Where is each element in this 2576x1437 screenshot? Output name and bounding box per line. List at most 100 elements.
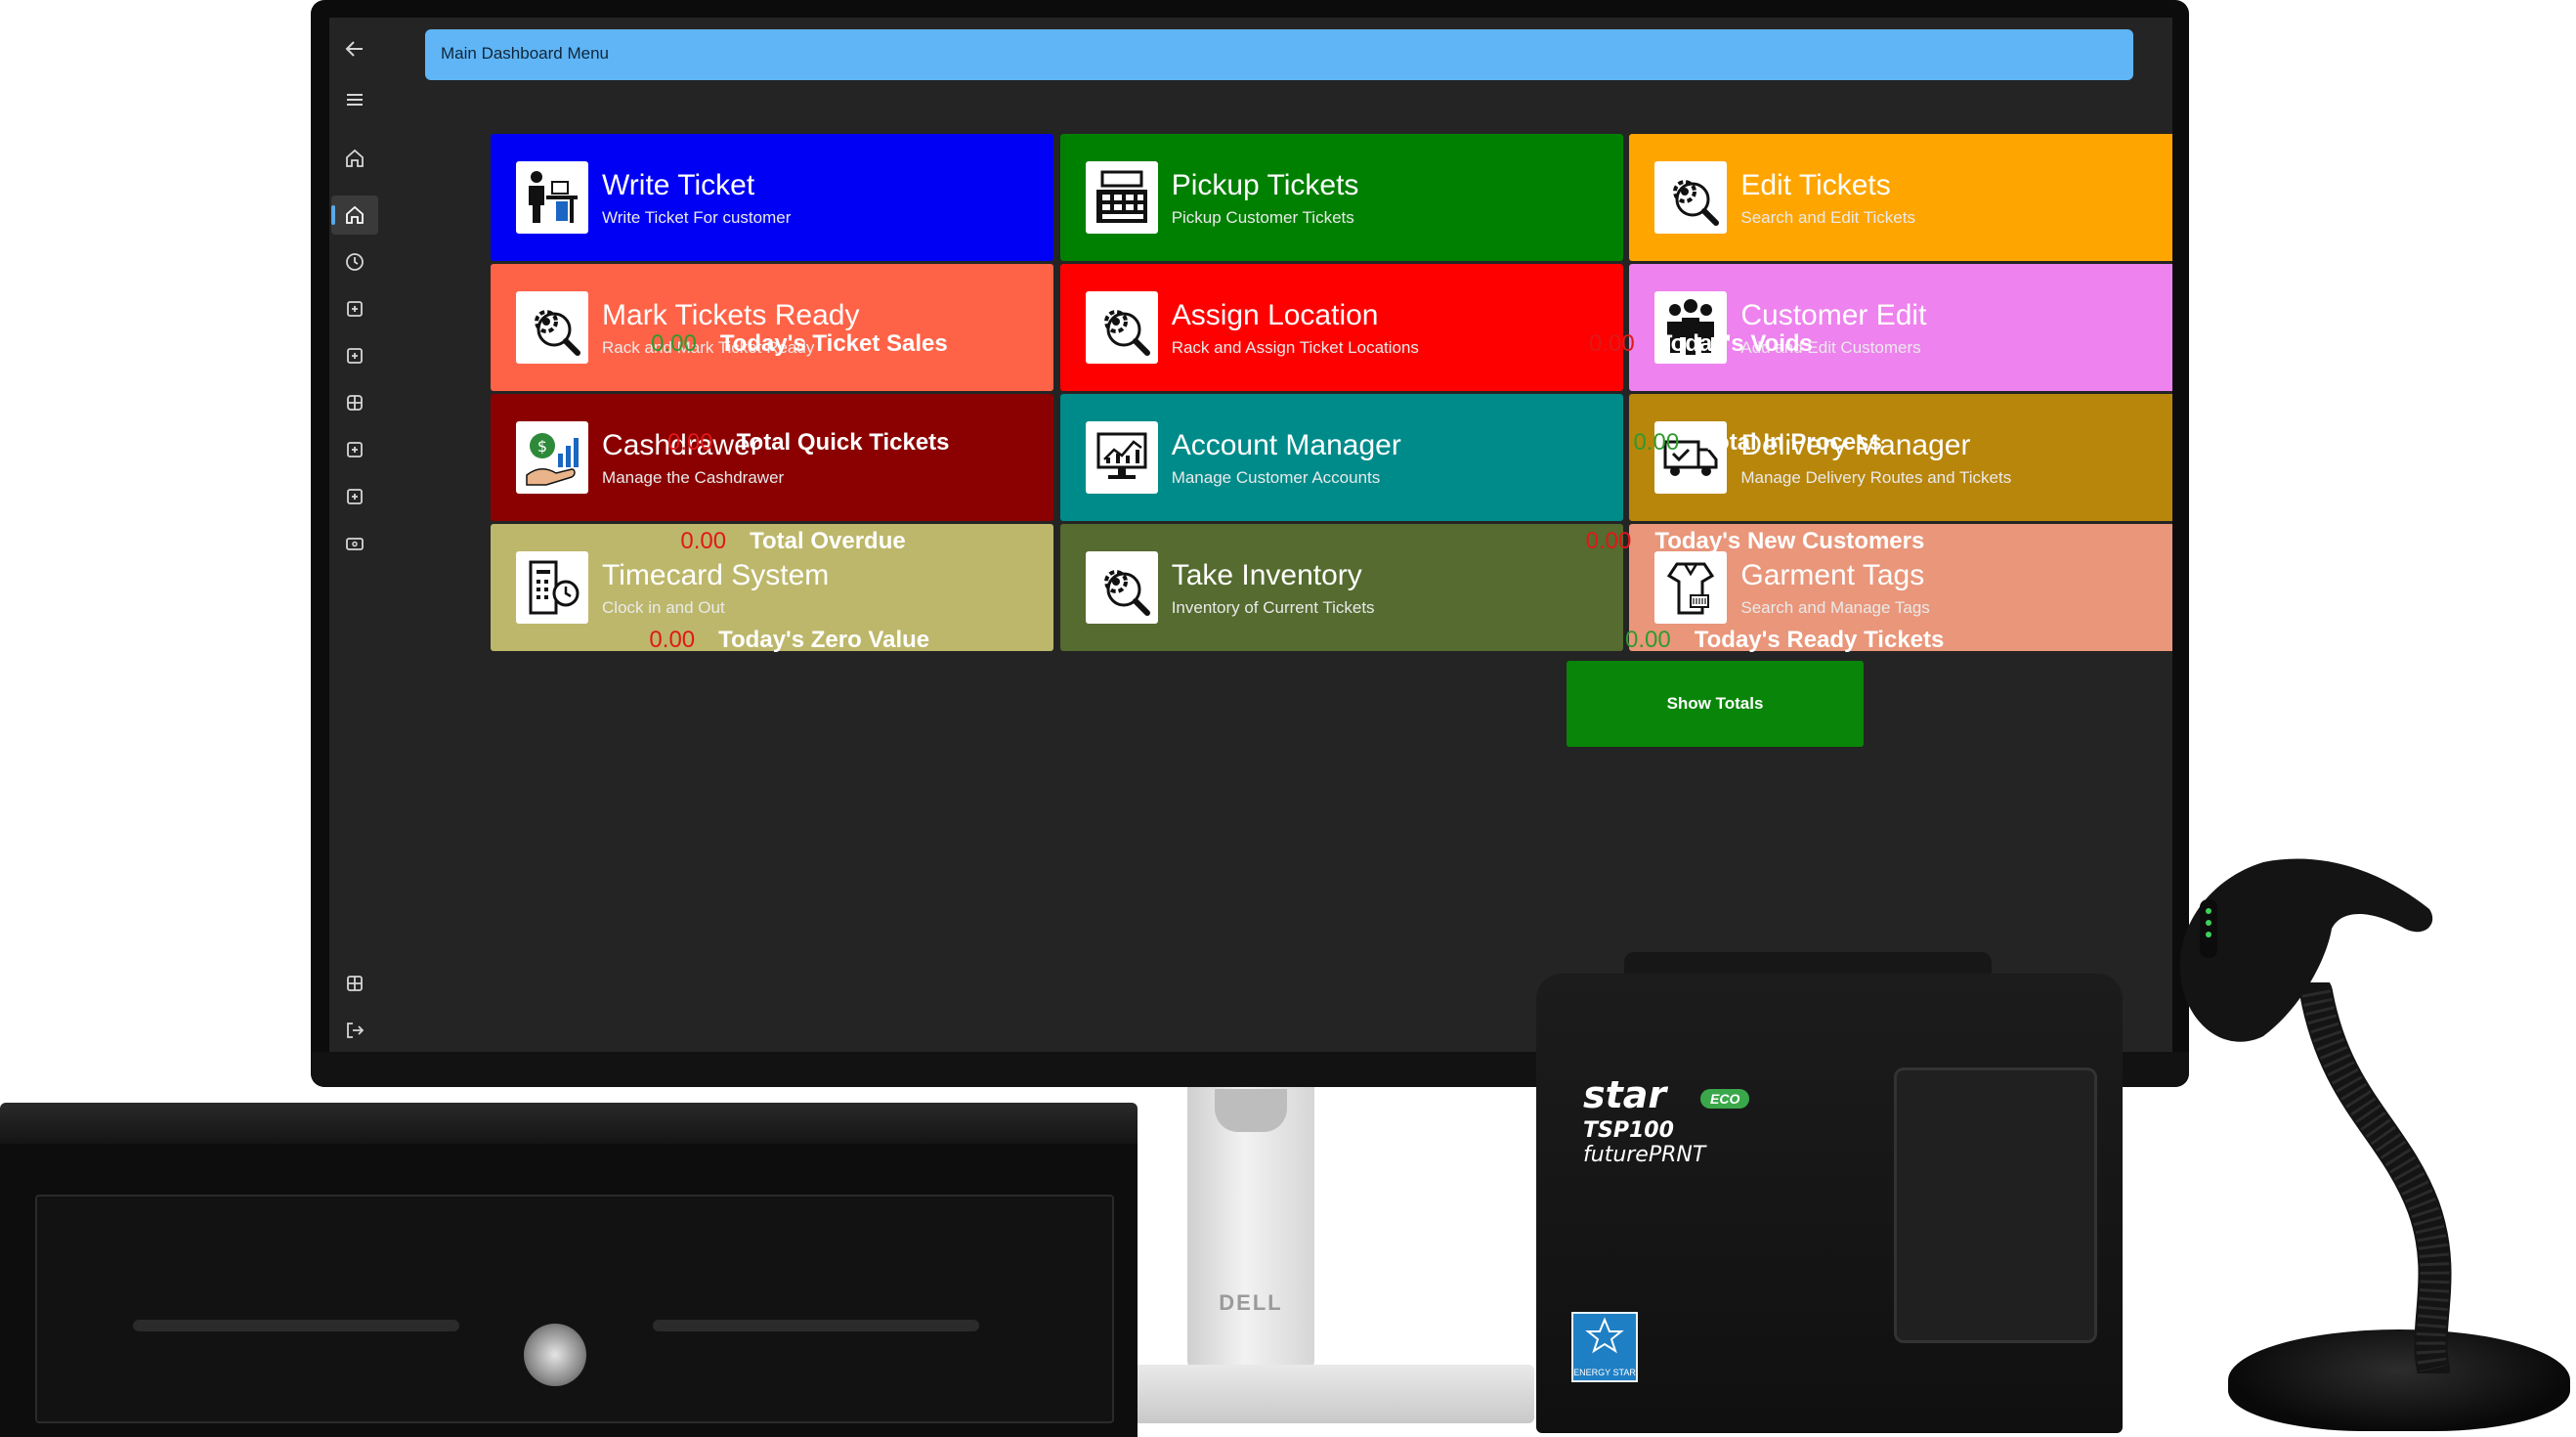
cash-register-icon [1085,161,1158,235]
star-icon [1585,1317,1624,1354]
energy-star-label: ENERGY STAR [1573,1368,1636,1377]
stat-value: 0.00 [1585,528,1632,555]
menu-tile-assign-location[interactable]: Assign Location Rack and Assign Ticket Lo… [1059,264,1623,392]
garment-tag-icon [1654,551,1728,625]
printer-paper-window [1894,1067,2097,1343]
tile-title: Timecard System [602,559,830,592]
stat-label: Today's Ready Tickets [1694,627,1945,654]
grid-icon[interactable] [343,391,366,414]
sign-out-icon[interactable] [343,1019,366,1042]
stat-value: 0.00 [1625,627,1671,654]
chart-monitor-icon [1085,421,1158,495]
menu-icon[interactable] [343,88,366,111]
tile-title: Assign Location [1171,299,1379,332]
tile-subtitle: Write Ticket For customer [602,208,792,228]
gear-search-icon [1085,551,1158,625]
stat-today-s-ticket-sales: 0.00 Today's Ticket Sales [651,330,948,358]
stat-label: Total In Process [1702,429,1882,457]
tile-subtitle: Manage Delivery Routes and Tickets [1740,468,2012,488]
monitor-base [1124,1365,1534,1423]
stat-label: Today's Zero Value [718,627,930,654]
stat-value: 0.00 [649,627,696,654]
home-icon[interactable] [343,203,366,227]
stat-value: 0.00 [680,528,727,555]
stat-total-quick-tickets: 0.00 Total Quick Tickets [667,429,950,457]
svg-text:$: $ [537,437,547,456]
show-totals-button[interactable]: Show Totals [1567,661,1864,747]
printer-eco-badge: ECO [1700,1089,1750,1109]
cash-drawer-slot [133,1320,459,1331]
tile-title: Write Ticket [602,169,755,202]
money-hand-icon: $ [516,421,589,495]
tile-subtitle: Pickup Customer Tickets [1171,208,1354,228]
energy-star-logo: ENERGY STAR [1571,1312,1638,1382]
app-window: Main Dashboard Menu Write Ticket Write Ti… [329,18,2172,1052]
printer-series: futurePRNT [1583,1143,1706,1167]
menu-tile-write-ticket[interactable]: Write Ticket Write Ticket For customer [491,134,1054,262]
add-box-icon[interactable] [343,485,366,508]
stat-label: Today's Ticket Sales [719,330,948,358]
stat-today-s-new-customers: 0.00 Today's New Customers [1586,528,1925,555]
tile-title: Take Inventory [1171,559,1362,592]
stat-value: 0.00 [666,429,713,457]
menu-tile-take-inventory[interactable]: Take Inventory Inventory of Current Ticke… [1059,524,1623,652]
stat-total-overdue: 0.00 Total Overdue [680,528,905,555]
monitor-logo: DELL [1219,1290,1283,1315]
page-title: Main Dashboard Menu [441,44,609,63]
clock-icon[interactable] [343,250,366,274]
tile-subtitle: Manage Customer Accounts [1171,468,1381,488]
printer-branding: star TSP100 futurePRNT [1583,1073,1705,1167]
menu-tile-mark-tickets-ready[interactable]: Mark Tickets Ready Rack and Mark Ticket R… [491,264,1054,392]
add-box-icon[interactable] [343,344,366,368]
lock-icon [524,1324,586,1386]
cash-drawer-slot [653,1320,979,1331]
tile-title: Account Manager [1171,429,1401,462]
stat-today-s-zero-value: 0.00 Today's Zero Value [649,627,929,654]
stat-label: Total Quick Tickets [736,429,950,457]
cash-drawer-face [35,1195,1114,1423]
menu-tile-customer-edit[interactable]: Customer Edit Add and Edit Customers [1629,264,2172,392]
tile-subtitle: Search and Manage Tags [1740,598,1930,618]
stat-today-s-voids: 0.00 Today's Voids [1589,330,1813,358]
tile-title: Pickup Tickets [1171,169,1359,202]
gear-search-icon [1085,291,1158,365]
tile-subtitle: Inventory of Current Tickets [1171,598,1375,618]
stat-label: Total Overdue [750,528,906,555]
add-box-icon[interactable] [343,297,366,321]
menu-tile-cashdrawer[interactable]: $ Cashdrawer Manage the Cashdrawer [491,394,1054,522]
stat-total-in-process: 0.00 Total In Process [1633,429,1881,457]
gear-search-icon [516,291,589,365]
tile-subtitle: Manage the Cashdrawer [602,468,785,488]
tile-title: Edit Tickets [1740,169,1891,202]
stat-today-s-ready-tickets: 0.00 Today's Ready Tickets [1625,627,1944,654]
sidebar-nav [329,18,380,1052]
grid-icon[interactable] [343,972,366,995]
menu-tile-edit-tickets[interactable]: Edit Tickets Search and Edit Tickets [1629,134,2172,262]
menu-tile-pickup-tickets[interactable]: Pickup Tickets Pickup Customer Tickets [1059,134,1623,262]
tile-title: Mark Tickets Ready [602,299,860,332]
tile-title: Garment Tags [1740,559,1925,592]
monitor-stand-slot [1215,1089,1287,1132]
back-arrow-icon[interactable] [343,37,366,61]
stat-label: Today's Voids [1657,330,1813,358]
tile-title: Customer Edit [1740,299,1927,332]
home-icon[interactable] [343,147,366,170]
card-icon[interactable] [343,532,366,555]
stat-value: 0.00 [1633,429,1680,457]
timecard-clock-icon [516,551,589,625]
person-desk-icon [516,161,589,235]
menu-tile-account-manager[interactable]: Account Manager Manage Customer Accounts [1059,394,1623,522]
add-box-icon[interactable] [343,438,366,461]
menu-tile-delivery-manager[interactable]: Delivery Manager Manage Delivery Routes a… [1629,394,2172,522]
stat-label: Today's New Customers [1654,528,1925,555]
tile-subtitle: Clock in and Out [602,598,725,618]
printer-brand: star [1583,1073,1667,1116]
gear-search-icon [1654,161,1728,235]
stat-value: 0.00 [651,330,697,358]
dashboard-header: Main Dashboard Menu [425,29,2133,80]
barcode-scanner [2179,858,2433,1042]
stat-value: 0.00 [1588,330,1635,358]
tile-subtitle: Search and Edit Tickets [1740,208,1915,228]
printer-model: TSP100 [1583,1118,1674,1143]
sidebar-active-indicator [331,205,335,225]
